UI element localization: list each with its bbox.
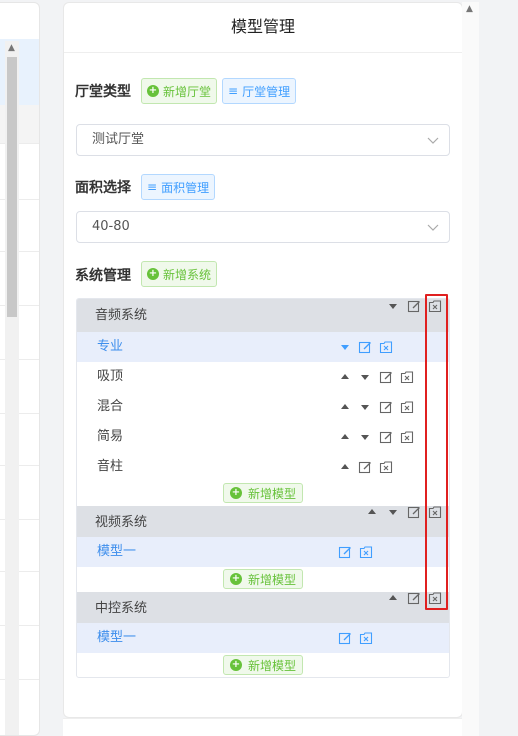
model-row[interactable]: 音柱 — [77, 452, 449, 482]
move-up-icon[interactable] — [338, 460, 352, 474]
delete-icon[interactable] — [379, 340, 393, 354]
model-row[interactable]: 吸顶 — [77, 362, 449, 392]
scroll-thumb[interactable] — [7, 57, 17, 317]
move-down-icon[interactable] — [386, 505, 400, 519]
area-manage-button[interactable]: ≡ 面积管理 — [141, 174, 216, 200]
move-down-icon[interactable] — [358, 370, 372, 384]
add-model-button[interactable]: + 新增模型 — [223, 569, 304, 589]
hall-type-select[interactable]: 测试厅堂 — [76, 124, 450, 156]
area-label: 面积选择 — [75, 180, 131, 196]
hall-type-value: 测试厅堂 — [92, 132, 145, 147]
area-select[interactable]: 40-80 — [76, 211, 450, 243]
edit-icon[interactable] — [407, 505, 421, 519]
add-system-label: 新增系统 — [163, 267, 212, 282]
area-manage-label: 面积管理 — [161, 180, 210, 195]
scroll-up-arrow-icon[interactable]: ▲ — [466, 4, 473, 14]
edit-icon[interactable] — [407, 591, 421, 605]
hall-manage-button[interactable]: ≡ 厅堂管理 — [222, 78, 297, 104]
delete-icon[interactable] — [359, 631, 373, 645]
add-model-label: 新增模型 — [248, 658, 297, 673]
plus-circle-icon: + — [230, 573, 242, 585]
model-row[interactable]: 简易 — [77, 422, 449, 452]
add-model-label: 新增模型 — [248, 572, 297, 587]
chevron-down-icon — [427, 224, 439, 231]
model-row[interactable]: 模型一 — [77, 537, 449, 567]
add-system-button[interactable]: + 新增系统 — [141, 261, 218, 287]
move-up-icon[interactable] — [386, 591, 400, 605]
move-down-icon[interactable] — [338, 340, 352, 354]
scroll-up-arrow-icon[interactable]: ▲ — [8, 43, 15, 53]
model-row[interactable]: 混合 — [77, 392, 449, 422]
chevron-down-icon — [427, 137, 439, 144]
edit-icon[interactable] — [407, 299, 421, 313]
edit-icon[interactable] — [338, 631, 352, 645]
page: ▲ 模型管理 ▲ 厅堂类型 + 新增厅堂 ≡ 厅堂管理 测试厅堂 面积选择 ≡ … — [0, 0, 518, 736]
model-row[interactable]: 专业 — [77, 332, 449, 362]
delete-icon[interactable] — [379, 460, 393, 474]
bottom-card — [63, 718, 463, 736]
right-scrollbar[interactable]: ▲ — [462, 2, 479, 736]
system-label: 系统管理 — [75, 268, 131, 284]
delete-icon[interactable] — [359, 545, 373, 559]
systems-list: 音频系统 专业 吸顶 混合 简易 音柱 + 新增模型 视频系统 模型一 + 新增… — [76, 298, 450, 678]
move-up-icon[interactable] — [338, 370, 352, 384]
edit-icon[interactable] — [379, 400, 393, 414]
move-down-icon[interactable] — [358, 430, 372, 444]
add-hall-button[interactable]: + 新增厅堂 — [141, 78, 218, 104]
plus-circle-icon: + — [230, 659, 242, 671]
move-up-icon[interactable] — [338, 400, 352, 414]
add-model-button[interactable]: + 新增模型 — [223, 655, 304, 675]
background-list-card: ▲ — [0, 2, 40, 736]
list-icon: ≡ — [228, 84, 239, 98]
move-up-icon[interactable] — [338, 430, 352, 444]
list-icon: ≡ — [147, 180, 158, 194]
edit-icon[interactable] — [379, 430, 393, 444]
model-row[interactable]: 模型一 — [77, 623, 449, 653]
edit-icon[interactable] — [358, 340, 372, 354]
area-value: 40-80 — [92, 219, 130, 234]
move-down-icon[interactable] — [358, 400, 372, 414]
move-down-icon[interactable] — [386, 299, 400, 313]
move-up-icon[interactable] — [365, 505, 379, 519]
add-model-button[interactable]: + 新增模型 — [223, 483, 304, 503]
edit-icon[interactable] — [379, 370, 393, 384]
left-scrollbar[interactable]: ▲ — [5, 41, 19, 735]
edit-icon[interactable] — [358, 460, 372, 474]
panel-title: 模型管理 — [64, 3, 462, 53]
delete-icon[interactable] — [400, 400, 414, 414]
highlight-box — [425, 294, 448, 610]
delete-icon[interactable] — [400, 370, 414, 384]
edit-icon[interactable] — [338, 545, 352, 559]
hall-type-label: 厅堂类型 — [75, 84, 131, 100]
plus-circle-icon: + — [147, 85, 159, 97]
delete-icon[interactable] — [400, 430, 414, 444]
add-hall-label: 新增厅堂 — [163, 84, 212, 99]
hall-manage-label: 厅堂管理 — [242, 84, 291, 99]
plus-circle-icon: + — [230, 487, 242, 499]
add-model-label: 新增模型 — [248, 486, 297, 501]
plus-circle-icon: + — [147, 268, 159, 280]
